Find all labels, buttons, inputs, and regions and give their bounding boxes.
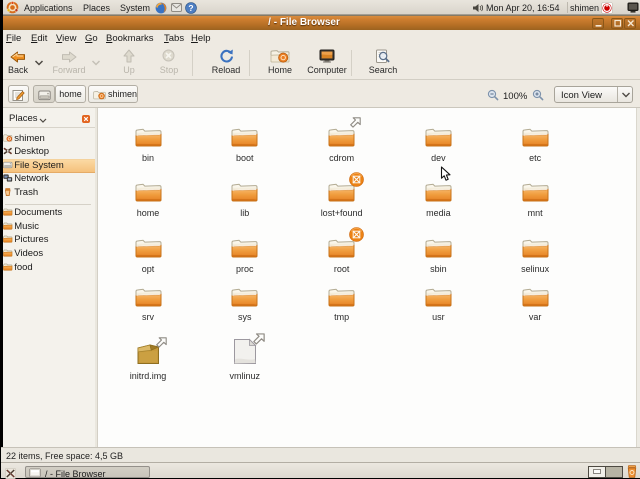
svg-text:?: ? [188,3,193,13]
